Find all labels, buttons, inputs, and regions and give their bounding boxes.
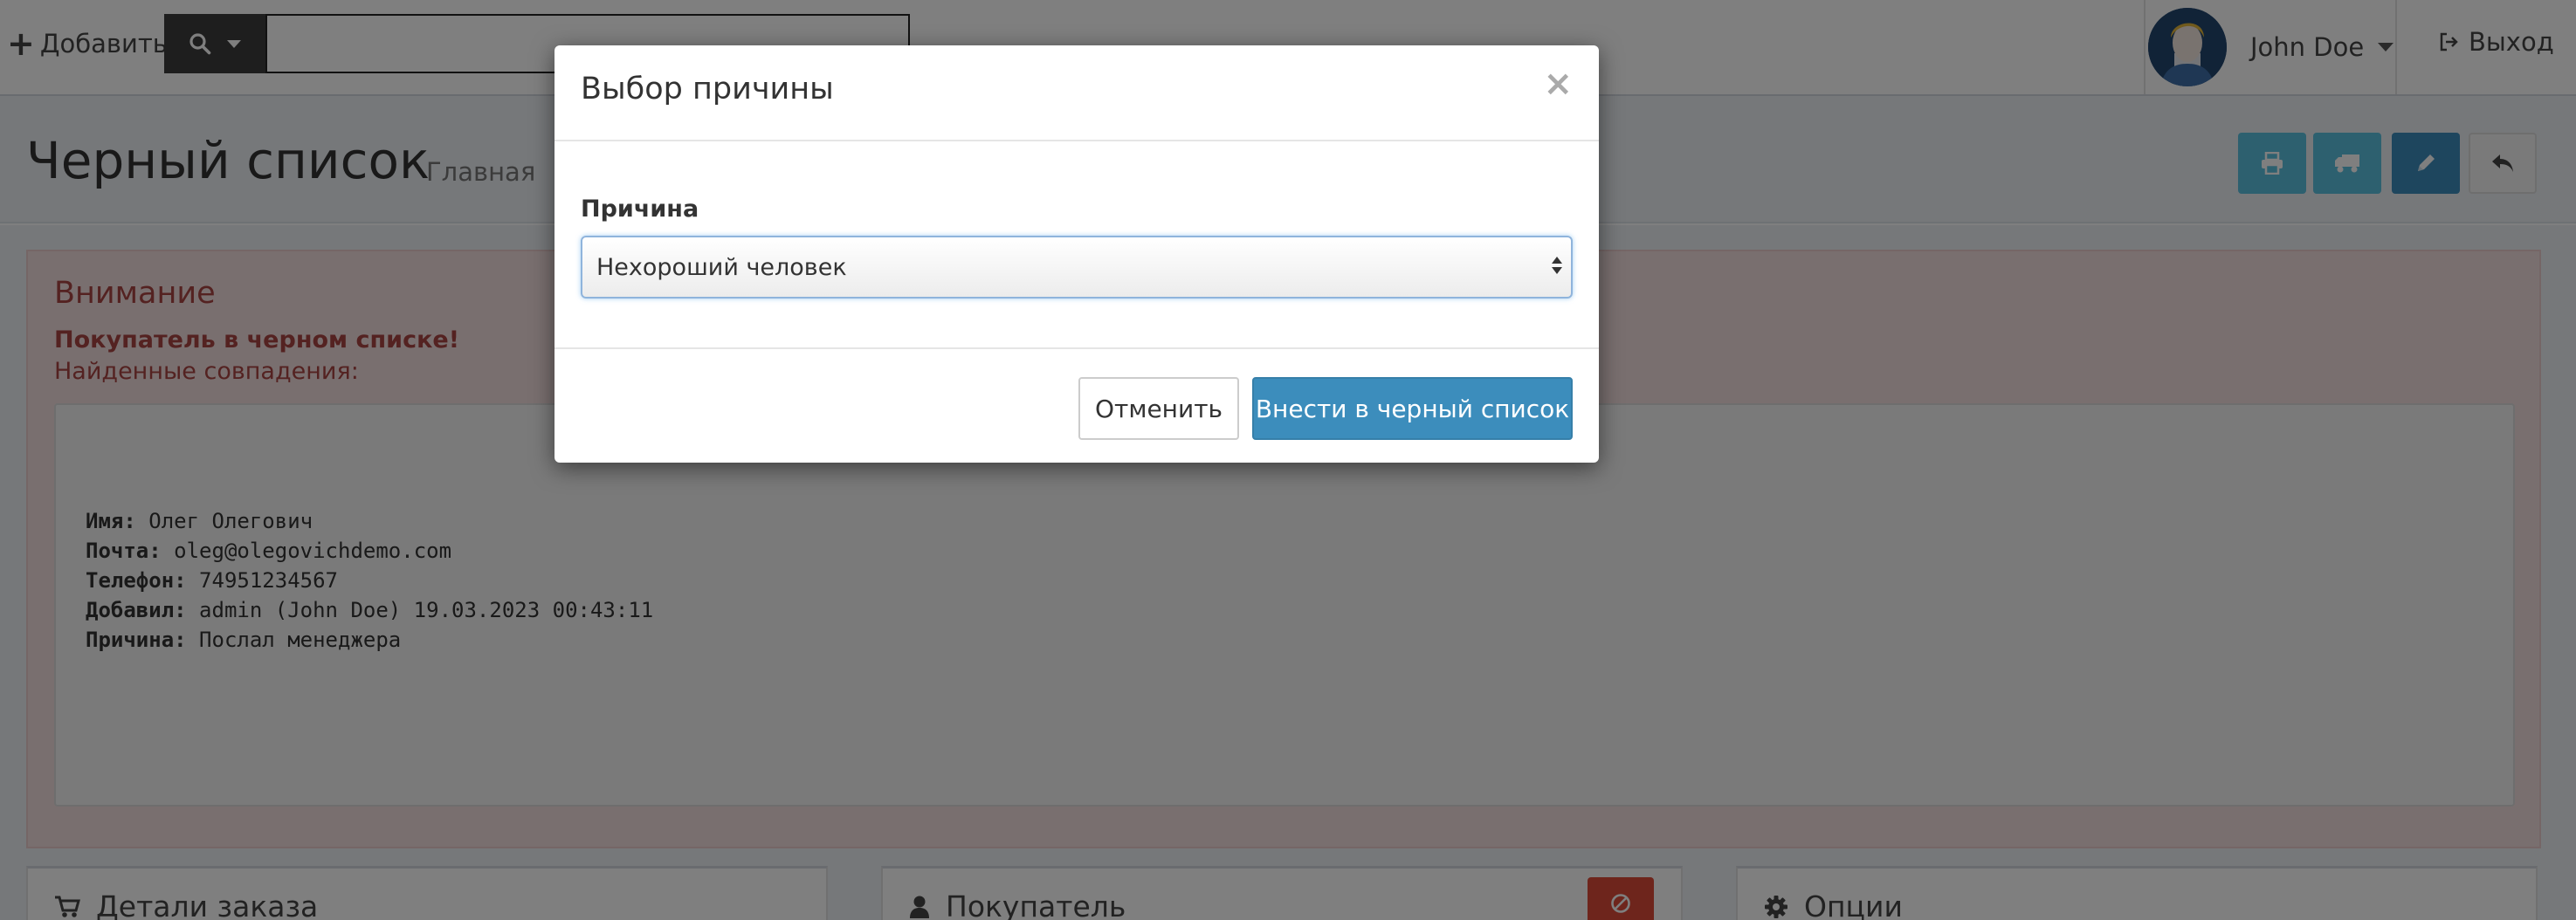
modal-title: Выбор причины — [581, 72, 834, 106]
cancel-button[interactable]: Отменить — [1078, 377, 1239, 440]
add-to-blacklist-button[interactable]: Внести в черный список — [1252, 377, 1573, 440]
modal-footer: Отменить Внести в черный список — [554, 347, 1599, 463]
modal-header: Выбор причины × — [554, 45, 1599, 141]
reason-select[interactable]: Нехороший человек — [581, 236, 1573, 299]
close-icon[interactable]: × — [1543, 66, 1573, 101]
reason-label: Причина — [581, 196, 699, 223]
reason-modal: Выбор причины × Причина Нехороший челове… — [554, 45, 1599, 463]
reason-select-value: Нехороший человек — [596, 253, 847, 281]
select-arrows-icon — [1552, 257, 1562, 274]
